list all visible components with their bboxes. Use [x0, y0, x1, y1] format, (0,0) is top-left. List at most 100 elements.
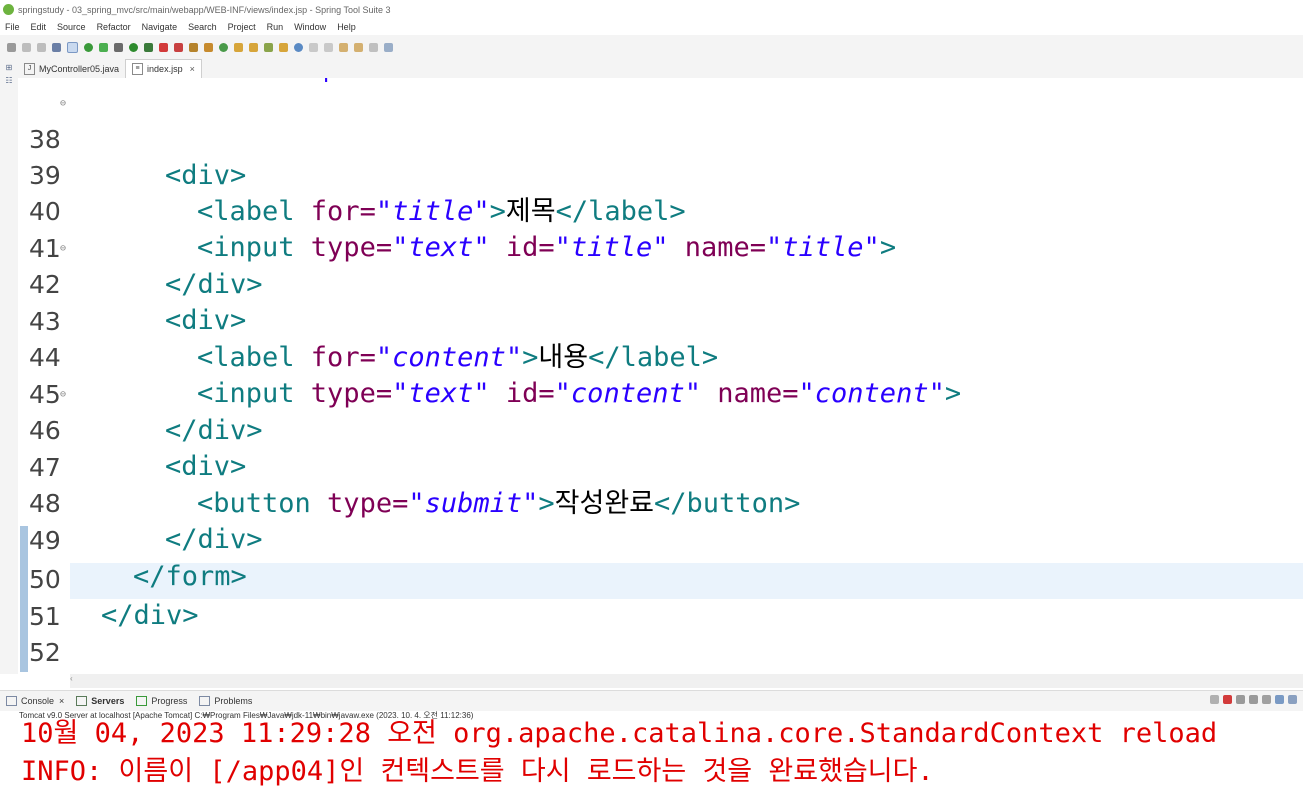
code-line: 43 <label for="content">내용</label> [18, 268, 1303, 373]
menu-bar: File Edit Source Refactor Navigate Searc… [0, 19, 1303, 35]
terminate-icon[interactable] [1223, 695, 1232, 704]
console-toolbar [1208, 695, 1299, 704]
code-line: 44 <input type="text" id="content" name=… [18, 304, 1303, 409]
menu-search[interactable]: Search [188, 22, 217, 32]
console-output[interactable]: 10월 04, 2023 11:29:28 오전 org.apache.cata… [0, 718, 1303, 808]
new-class-icon[interactable] [219, 42, 228, 52]
skip-breakpoints-icon[interactable] [67, 41, 78, 53]
console-view-tab-bar: Console × Servers Progress Problems [0, 690, 1303, 711]
pin-editor-icon[interactable] [384, 42, 393, 52]
left-trim-stack: ⊞ ☷ [0, 59, 19, 674]
tab-problems[interactable]: Problems [199, 696, 252, 706]
servers-icon [76, 696, 88, 706]
code-line: 46 ⊖ <div> [18, 377, 1303, 482]
tab-progress[interactable]: Progress [136, 696, 187, 706]
jsp-file-icon: ≡ [132, 63, 144, 75]
main-toolbar [0, 35, 1303, 59]
close-icon[interactable]: × [190, 64, 195, 74]
menu-window[interactable]: Window [294, 22, 326, 32]
new-java-project-icon[interactable] [189, 42, 198, 52]
tab-index-jsp[interactable]: ≡ index.jsp × [125, 59, 202, 78]
fold-icon[interactable]: ⊖ [60, 86, 66, 122]
fold-icon[interactable]: ⊖ [60, 377, 66, 413]
remove-launch-icon[interactable] [1236, 695, 1245, 704]
clear-console-icon[interactable] [1262, 695, 1271, 704]
problems-icon [199, 696, 211, 706]
tab-console[interactable]: Console × [6, 696, 64, 706]
open-type-icon[interactable] [234, 42, 243, 52]
close-icon[interactable]: × [59, 696, 64, 706]
open-folder-icon[interactable] [279, 42, 288, 52]
spring-tool-suite-icon [3, 4, 14, 15]
console-icon [6, 696, 17, 706]
code-line: 42 ⊖ <div> [18, 231, 1303, 336]
open-task-icon[interactable] [249, 42, 258, 52]
new-file-icon[interactable] [7, 42, 16, 52]
next-annotation-icon[interactable] [309, 42, 318, 52]
terminal-icon[interactable] [52, 42, 61, 52]
fold-icon[interactable]: ⊖ [60, 231, 66, 267]
run-icon[interactable] [129, 42, 138, 52]
prev-annotation-icon[interactable] [324, 42, 333, 52]
annotation-icon[interactable] [264, 42, 273, 52]
partially-hidden-code-line: │ ─ ─ ─ ─ ─ ─ ─ ─ ─ ─ ─ ─ ─ ─ ─ ─ ─ ─ ─ … [318, 78, 938, 82]
code-line: 50 </div> [18, 526, 1303, 631]
code-line: 47 <button type="submit">작성완료</button> [18, 414, 1303, 519]
code-line: 52 [18, 599, 1303, 667]
tab-label: Progress [151, 696, 188, 706]
menu-run[interactable]: Run [267, 22, 284, 32]
new-package-icon[interactable] [204, 42, 213, 52]
tab-label: Problems [214, 696, 253, 706]
stop-icon[interactable] [159, 42, 168, 52]
console-output-line: 10월 04, 2023 11:29:28 오전 org.apache.cata… [21, 718, 1218, 749]
display-selected-console-icon[interactable] [1210, 695, 1219, 704]
editor-tab-bar: J MyController05.java ≡ index.jsp × [18, 59, 1303, 79]
menu-help[interactable]: Help [337, 22, 356, 32]
debug-icon[interactable] [114, 42, 123, 52]
last-edit-icon[interactable] [339, 42, 348, 52]
window-title: springstudy - 03_spring_mvc/src/main/web… [18, 4, 391, 15]
code-line: 49 </form> [18, 487, 1303, 592]
tab-mycontroller05-java[interactable]: J MyController05.java [18, 60, 125, 78]
menu-navigate[interactable]: Navigate [142, 22, 178, 32]
code-line: 48 </div> [18, 450, 1303, 555]
run-config-icon[interactable] [144, 42, 153, 52]
console-output-line: INFO: 이름이 [/app04]인 컨텍스트를 다시 로드하는 것을 완료했… [21, 756, 934, 787]
menu-project[interactable]: Project [228, 22, 256, 32]
tab-label: Servers [91, 696, 125, 706]
outline-icon[interactable]: ☷ [0, 76, 18, 85]
refresh-icon[interactable] [99, 42, 108, 52]
save-icon[interactable] [22, 42, 31, 52]
external-tools-icon[interactable] [174, 42, 183, 52]
back-icon[interactable] [354, 42, 363, 52]
code-line: 41 </div> [18, 195, 1303, 300]
menu-file[interactable]: File [5, 22, 20, 32]
horizontal-scrollbar[interactable]: ‹ [70, 674, 1303, 688]
menu-refactor[interactable]: Refactor [97, 22, 131, 32]
code-line: 40 <input type="text" id="title" name="t… [18, 158, 1303, 263]
code-line: 53 [18, 636, 1303, 672]
tab-label: MyController05.java [39, 64, 120, 74]
scroll-lock-icon[interactable] [1275, 695, 1284, 704]
window-title-bar: springstudy - 03_spring_mvc/src/main/web… [0, 0, 1303, 19]
save-all-icon[interactable] [37, 42, 46, 52]
code-line: 38 ⊖ <div> [18, 86, 1303, 191]
code-line: 39 <label for="title">제목</label> [18, 122, 1303, 227]
code-line-current: 51 [18, 563, 1303, 631]
menu-edit[interactable]: Edit [31, 22, 47, 32]
globe-icon[interactable] [294, 42, 303, 52]
package-explorer-icon[interactable]: ⊞ [0, 63, 18, 72]
tab-label: Console [21, 696, 55, 706]
forward-icon[interactable] [369, 42, 378, 52]
code-editor[interactable]: │ ─ ─ ─ ─ ─ ─ ─ ─ ─ ─ ─ ─ ─ ─ ─ ─ ─ ─ ─ … [18, 78, 1303, 674]
java-file-icon: J [24, 63, 35, 75]
menu-source[interactable]: Source [57, 22, 86, 32]
tab-label: index.jsp [147, 64, 183, 74]
word-wrap-icon[interactable] [1288, 695, 1297, 704]
remove-all-terminated-icon[interactable] [1249, 695, 1258, 704]
progress-icon [136, 696, 148, 706]
spring-boot-icon[interactable] [84, 42, 93, 52]
code-line: 45 </div> [18, 341, 1303, 446]
tab-servers[interactable]: Servers [76, 696, 124, 706]
line-number: 53 [29, 672, 69, 674]
